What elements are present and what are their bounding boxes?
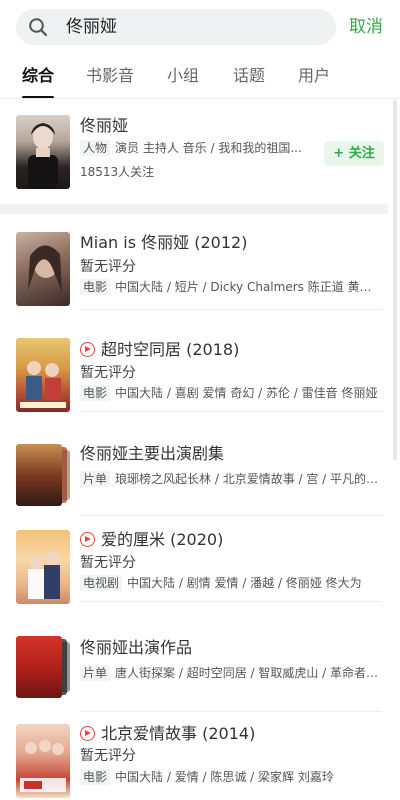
person-tag: 人物 [80,140,111,156]
result-meta: 片单 琅琊榜之风起长林 / 北京爱情故事 / 宫 / 平凡的世... [80,471,380,487]
result-title: 超时空同居 (2018) [80,340,239,360]
tab-topics[interactable]: 话题 [233,65,265,87]
play-icon [80,726,95,741]
result-item[interactable]: 佟丽娅主要出演剧集 片单 琅琊榜之风起长林 / 北京爱情故事 / 宫 / 平凡的世… [0,430,388,516]
result-meta: 电视剧 中国大陆 / 剧情 爱情 / 潘越 / 佟丽娅 佟大为 [80,575,380,591]
follow-button[interactable]: + 关注 [324,141,384,166]
play-icon [80,342,95,357]
result-meta: 电影 中国大陆 / 爱情 / 陈思诚 / 梁家辉 刘嘉玲 [80,769,380,785]
follower-count: 18513人关注 [80,165,155,179]
divider [80,411,382,412]
divider [80,309,382,310]
tab-groups[interactable]: 小组 [167,65,199,87]
result-rating: 暂无评分 [80,365,136,381]
result-rating: 暂无评分 [80,748,136,764]
result-item[interactable]: 超时空同居 (2018) 暂无评分 电影 中国大陆 / 喜剧 爱情 奇幻 / 苏伦… [0,326,388,412]
result-meta: 电影 中国大陆 / 短片 / Dicky Chalmers 陈正道 黄秋... [80,279,380,295]
person-photo [16,115,70,189]
result-title: 佟丽娅主要出演剧集 [80,444,225,463]
list-cover-stack [16,636,70,698]
section-gap [0,204,388,214]
result-item[interactable]: Mian is 佟丽娅 (2012) 暂无评分 电影 中国大陆 / 短片 / Di… [0,224,388,310]
person-roles: 演员 主持人 音乐 / 我和我的祖国... [115,141,302,155]
result-item[interactable]: 北京爱情故事 (2014) 暂无评分 电影 中国大陆 / 爱情 / 陈思诚 / 梁… [0,712,388,800]
result-title: 佟丽娅出演作品 [80,638,193,657]
result-item[interactable]: 佟丽娅出演作品 片单 唐人街探案 / 超时空同居 / 智取威虎山 / 革命者 / … [0,626,388,712]
search-input[interactable]: 佟丽娅 [16,9,336,45]
person-name: 佟丽娅 [80,116,129,135]
result-title: 爱的厘米 (2020) [80,530,223,550]
result-rating: 暂无评分 [80,555,136,571]
list-cover-stack [16,444,70,506]
tab-all[interactable]: 综合 [22,65,54,87]
cover-image [16,338,70,412]
cover-image [16,724,70,798]
result-title: Mian is 佟丽娅 (2012) [80,233,248,252]
tab-users[interactable]: 用户 [298,65,330,87]
result-meta: 片单 唐人街探案 / 超时空同居 / 智取威虎山 / 革命者 / 鼠... [80,665,380,681]
tab-books-movies-music[interactable]: 书影音 [86,65,134,87]
person-card[interactable]: 佟丽娅 人物 演员 主持人 音乐 / 我和我的祖国... 18513人关注 + 关… [0,112,400,192]
cover-image [16,232,70,306]
person-description: 人物 演员 主持人 音乐 / 我和我的祖国... [80,140,305,156]
divider [80,601,382,602]
play-icon [80,532,95,547]
search-row: 佟丽娅 取消 [0,9,400,45]
result-title: 北京爱情故事 (2014) [80,724,255,744]
category-tabs: 综合 书影音 小组 话题 用户 [0,62,400,99]
cover-image [16,530,70,604]
result-rating: 暂无评分 [80,259,136,275]
search-icon [29,18,48,37]
divider [0,98,400,99]
result-item[interactable]: 爱的厘米 (2020) 暂无评分 电视剧 中国大陆 / 剧情 爱情 / 潘越 / … [0,516,388,604]
search-query: 佟丽娅 [66,17,117,37]
cancel-button[interactable]: 取消 [349,16,383,38]
result-meta: 电影 中国大陆 / 喜剧 爱情 奇幻 / 苏伦 / 雷佳音 佟丽娅 [80,385,380,401]
